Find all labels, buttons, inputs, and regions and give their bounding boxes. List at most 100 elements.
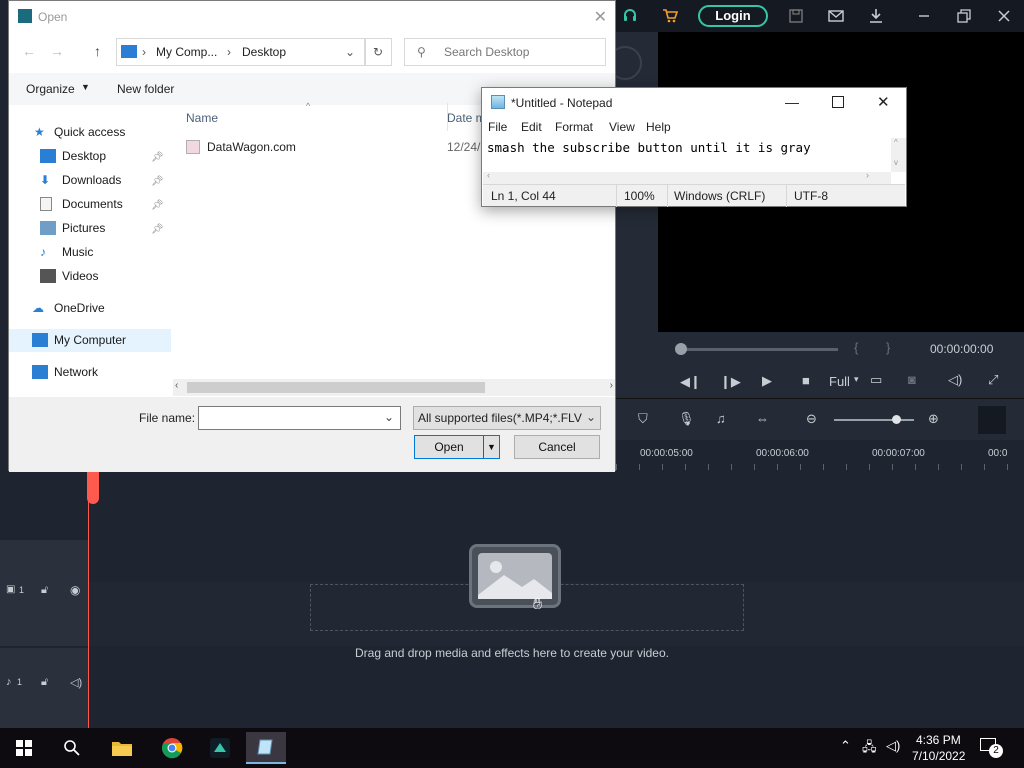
back-icon[interactable]: ← (22, 43, 36, 59)
nav-network[interactable]: Network (32, 361, 98, 383)
pin-icon[interactable]: 📌︎ (151, 176, 164, 187)
menu-format[interactable]: Format (555, 120, 593, 134)
open-button[interactable]: Open ▼ (414, 435, 500, 459)
marker-icon[interactable]: ⛉ (638, 411, 648, 427)
display-icon[interactable]: ▭ (870, 372, 882, 388)
scrollbar-thumb[interactable] (187, 382, 485, 393)
lock-icon[interactable]: 🔓︎ (41, 584, 48, 597)
pin-icon[interactable]: 📌︎ (151, 152, 164, 163)
filename-input[interactable]: ⌄ (198, 406, 401, 430)
scrub-handle[interactable] (675, 343, 687, 355)
scroll-right-icon[interactable]: › (866, 170, 869, 180)
eye-icon[interactable]: ◉ (70, 583, 80, 597)
start-button[interactable] (4, 732, 44, 764)
close-icon[interactable] (994, 6, 1014, 26)
up-icon[interactable]: ↑ (94, 43, 101, 59)
search-input[interactable]: ⚲ Search Desktop (404, 38, 606, 66)
clock-date[interactable]: 7/10/2022 (912, 749, 965, 763)
new-folder-button[interactable]: New folder (117, 82, 174, 96)
chevron-up-icon[interactable]: ⌃ (840, 738, 851, 754)
menu-edit[interactable]: Edit (521, 120, 542, 134)
nav-my-computer[interactable]: My Computer (32, 329, 126, 351)
search-button[interactable] (52, 732, 92, 764)
chevron-down-icon[interactable]: ⌄ (384, 410, 394, 424)
scroll-left-icon[interactable]: ‹ (487, 170, 490, 180)
filmora-icon[interactable] (200, 732, 240, 764)
column-header-name[interactable]: Name (186, 111, 218, 125)
menu-view[interactable]: View (609, 120, 635, 134)
restore-icon[interactable] (954, 6, 974, 26)
playhead-handle[interactable] (87, 472, 99, 504)
chrome-icon[interactable] (152, 732, 192, 764)
scroll-down-icon[interactable]: v (894, 158, 898, 167)
lock-icon[interactable]: 🔓︎ (41, 676, 48, 689)
fit-icon[interactable]: ⇔ (756, 411, 769, 426)
network-icon[interactable]: 🖧︎ (862, 738, 877, 760)
minimize-icon[interactable]: — (785, 94, 799, 110)
mic-icon[interactable]: 🎙 (678, 411, 695, 427)
address-segment[interactable]: My Comp... (156, 45, 217, 59)
audio-mix-icon[interactable]: ♫ (716, 411, 726, 426)
scrub-track[interactable] (680, 348, 838, 351)
mark-out-icon[interactable]: } (886, 340, 890, 355)
headset-icon[interactable] (620, 6, 640, 26)
nav-quick-access[interactable]: ★ Quick access (34, 121, 125, 143)
notepad-taskbar-icon[interactable] (246, 732, 286, 764)
chevron-down-icon[interactable]: ▼ (81, 82, 90, 92)
volume-icon[interactable]: ◁) (948, 372, 962, 388)
pin-icon[interactable]: 📌︎ (151, 224, 164, 235)
nav-pictures[interactable]: Pictures (40, 217, 105, 239)
nav-music[interactable]: ♪ Music (40, 241, 93, 263)
panel-layout-icon[interactable] (978, 406, 1006, 434)
vertical-scrollbar[interactable]: ^ v (891, 138, 906, 172)
zoom-in-icon[interactable]: ⊕ (928, 411, 939, 427)
zoom-slider[interactable] (834, 419, 914, 421)
chevron-down-icon[interactable]: ▾ (854, 374, 859, 385)
pin-icon[interactable]: 📌︎ (151, 200, 164, 211)
fullscreen-icon[interactable]: ⤢ (988, 372, 998, 388)
address-bar[interactable]: › My Comp... › Desktop ⌄ (116, 38, 366, 66)
maximize-icon[interactable] (832, 96, 844, 108)
minimize-icon[interactable] (914, 6, 934, 26)
filetype-select[interactable]: All supported files(*.MP4;*.FLV; ⌄ (413, 406, 601, 430)
zoom-out-icon[interactable]: ⊖ (806, 411, 817, 427)
nav-desktop[interactable]: Desktop (40, 145, 106, 167)
close-icon[interactable]: ✕ (594, 7, 607, 27)
login-button[interactable]: Login (698, 5, 768, 27)
scroll-right-icon[interactable]: › (610, 380, 613, 391)
play-icon[interactable]: ▶ (762, 373, 772, 389)
forward-icon[interactable]: → (50, 43, 64, 59)
prev-frame-icon[interactable]: ◀❙ (680, 374, 701, 390)
scroll-up-icon[interactable]: ^ (894, 138, 898, 147)
zoom-mode-select[interactable]: Full (829, 374, 850, 389)
speaker-icon[interactable]: ◁) (70, 676, 82, 689)
volume-icon[interactable]: ◁) (886, 738, 900, 754)
close-icon[interactable]: ✕ (877, 93, 890, 111)
menu-help[interactable]: Help (646, 120, 671, 134)
stop-icon[interactable]: ■ (802, 373, 810, 388)
next-frame-icon[interactable]: ❙▶ (720, 374, 741, 390)
menu-file[interactable]: File (488, 120, 507, 134)
scroll-left-icon[interactable]: ‹ (175, 380, 178, 391)
cart-icon[interactable] (660, 6, 680, 26)
snapshot-icon[interactable]: ◙ (908, 372, 916, 387)
clock-time[interactable]: 4:36 PM (916, 733, 961, 747)
nav-videos[interactable]: Videos (40, 265, 98, 287)
horizontal-scrollbar[interactable]: ‹ › (173, 379, 615, 396)
address-segment[interactable]: Desktop (242, 45, 286, 59)
download-icon[interactable] (866, 6, 886, 26)
save-icon[interactable] (786, 6, 806, 26)
file-explorer-icon[interactable] (102, 732, 142, 764)
notification-button[interactable]: 2 (980, 738, 1003, 758)
mail-icon[interactable] (826, 6, 846, 26)
chevron-down-icon[interactable]: ⌄ (582, 407, 600, 429)
chevron-down-icon[interactable]: ▼ (483, 436, 499, 458)
cancel-button[interactable]: Cancel (514, 435, 600, 459)
nav-onedrive[interactable]: ☁ OneDrive (32, 297, 105, 319)
zoom-slider-handle[interactable] (892, 415, 901, 424)
nav-documents[interactable]: Documents (40, 193, 123, 215)
notepad-text-area[interactable]: smash the subscribe button until it is g… (483, 138, 890, 172)
refresh-icon[interactable]: ↻ (364, 38, 392, 66)
column-header-date[interactable]: Date m (447, 111, 486, 125)
mark-in-icon[interactable]: { (854, 340, 858, 355)
